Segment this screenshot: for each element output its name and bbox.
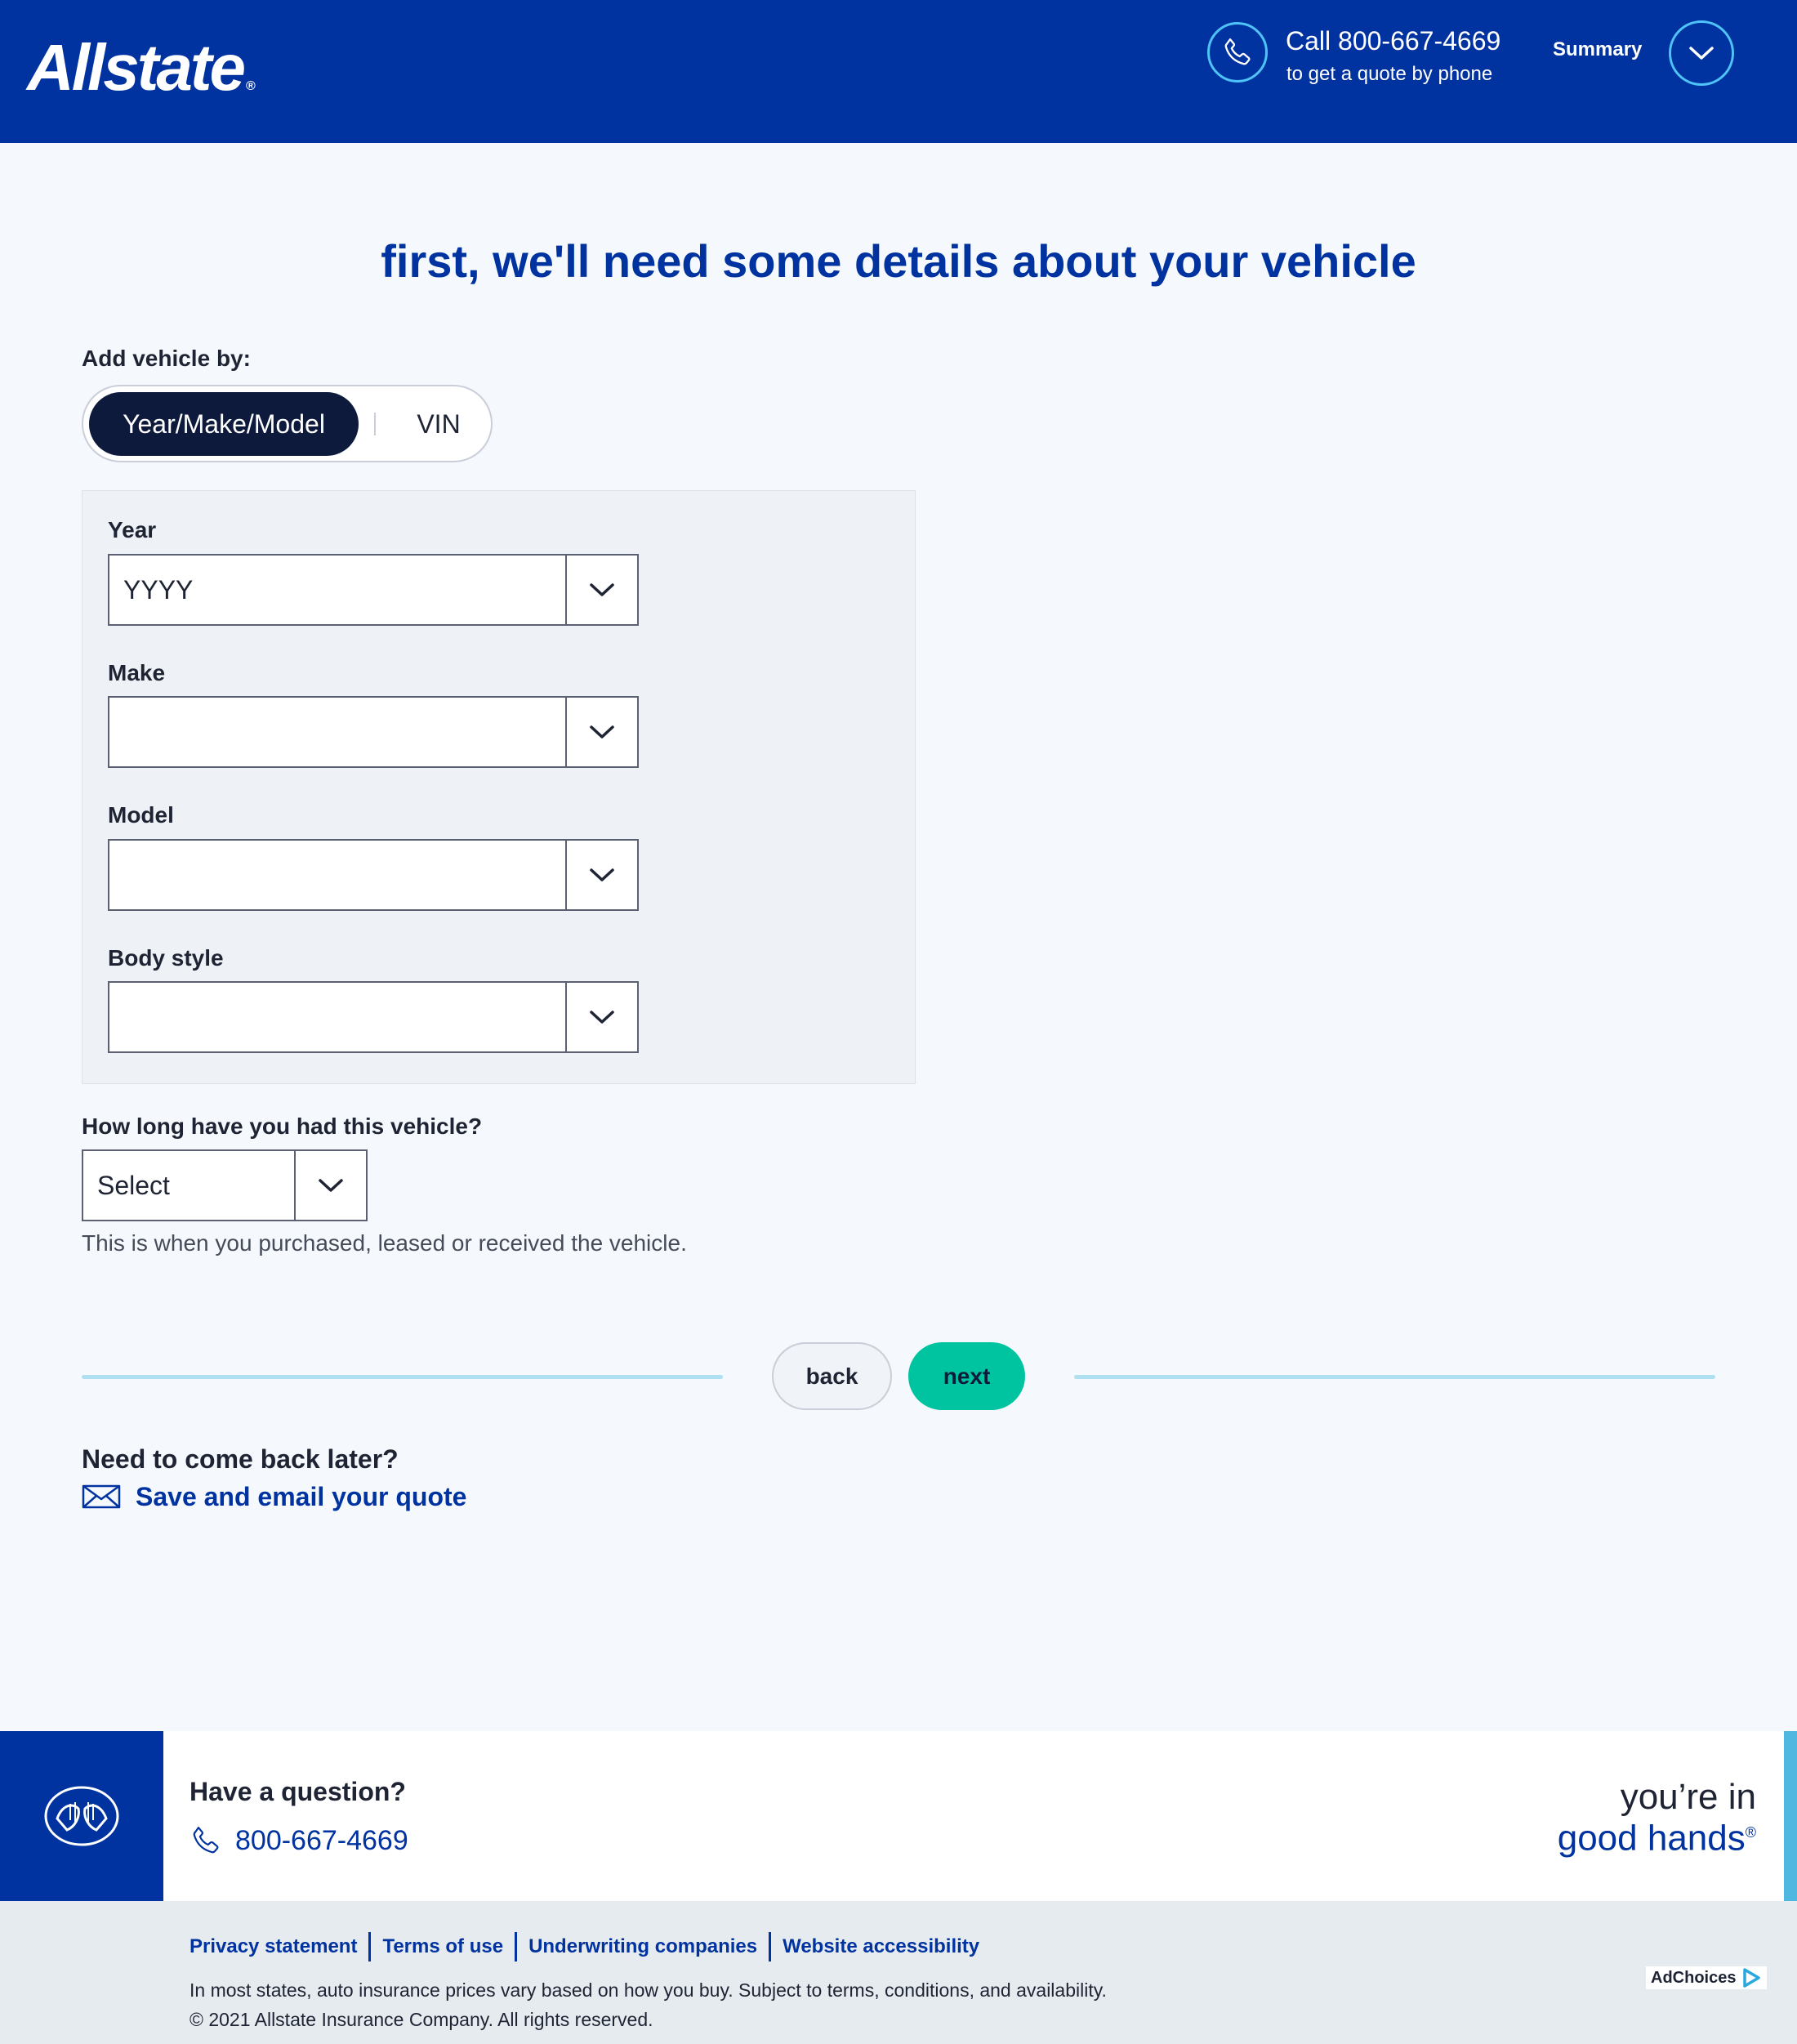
ownership-select[interactable]: Select <box>82 1149 368 1221</box>
footer-accent-bar <box>1784 1731 1797 1901</box>
phone-icon[interactable] <box>1207 22 1268 83</box>
ownership-select-value: Select <box>97 1171 170 1200</box>
year-label: Year <box>108 517 157 542</box>
ownership-hint: This is when you purchased, leased or re… <box>82 1230 687 1256</box>
chevron-down-icon <box>565 841 637 909</box>
footer-legal: Privacy statement Terms of use Underwrit… <box>0 1901 1797 2044</box>
page-title: first, we'll need some details about you… <box>381 235 1416 287</box>
envelope-icon <box>82 1484 121 1509</box>
footer-question: Have a question? <box>190 1777 406 1806</box>
copyright: © 2021 Allstate Insurance Company. All r… <box>190 2009 653 2030</box>
chevron-down-icon <box>1689 47 1714 60</box>
add-vehicle-toggle: Year/Make/Model VIN <box>82 385 493 462</box>
adchoices-label: AdChoices <box>1651 1968 1737 1987</box>
divider-left <box>82 1375 723 1379</box>
year-select[interactable]: YYYY <box>108 554 639 626</box>
save-email-quote-link[interactable]: Save and email your quote <box>82 1479 466 1515</box>
toggle-divider <box>374 413 376 435</box>
call-phone-number[interactable]: Call 800-667-4669 <box>1286 25 1500 57</box>
allstate-logo[interactable]: Allstate ® <box>27 31 256 123</box>
website-accessibility-link[interactable]: Website accessibility <box>769 1932 991 1961</box>
summary-label[interactable]: Summary <box>1553 38 1642 62</box>
tagline-line1: you’re in <box>1620 1777 1756 1817</box>
year-select-value: YYYY <box>123 575 194 605</box>
site-header: Allstate ® Call 800-667-4669 to get a quo… <box>0 0 1797 143</box>
tagline-line2-text: good hands <box>1557 1818 1746 1859</box>
model-select[interactable] <box>108 839 639 911</box>
back-button[interactable]: back <box>772 1342 892 1410</box>
underwriting-companies-link[interactable]: Underwriting companies <box>515 1932 769 1961</box>
chevron-down-icon <box>565 983 637 1051</box>
toggle-year-make-model[interactable]: Year/Make/Model <box>89 392 359 456</box>
good-hands-logo-icon[interactable] <box>0 1731 163 1901</box>
make-label: Make <box>108 660 166 685</box>
body-style-label: Body style <box>108 945 224 971</box>
terms-of-use-link[interactable]: Terms of use <box>368 1932 515 1961</box>
save-email-quote-label: Save and email your quote <box>136 1481 467 1511</box>
ownership-label: How long have you had this vehicle? <box>82 1113 483 1139</box>
summary-toggle-button[interactable] <box>1669 20 1734 86</box>
divider-right <box>1074 1375 1715 1379</box>
add-vehicle-label: Add vehicle by: <box>82 346 251 371</box>
tagline-reg: ® <box>1745 1824 1756 1841</box>
chevron-down-icon <box>294 1151 366 1220</box>
make-select[interactable] <box>108 696 639 768</box>
footer-contact: Have a question? 800-667-4669 you’re in … <box>0 1731 1797 1901</box>
privacy-statement-link[interactable]: Privacy statement <box>190 1932 368 1961</box>
tagline-line2: good hands® <box>1558 1814 1756 1858</box>
chevron-down-icon <box>565 698 637 766</box>
call-subtitle: to get a quote by phone <box>1286 63 1493 85</box>
body-style-select[interactable] <box>108 981 639 1053</box>
next-button[interactable]: next <box>908 1342 1025 1410</box>
come-back-later-heading: Need to come back later? <box>82 1444 399 1474</box>
chevron-down-icon <box>565 556 637 624</box>
footer-phone-link[interactable]: 800-667-4669 <box>190 1824 408 1857</box>
adchoices-link[interactable]: AdChoices <box>1646 1966 1768 1989</box>
phone-icon <box>193 1827 219 1854</box>
footer-links: Privacy statement Terms of use Underwrit… <box>190 1932 991 1961</box>
toggle-vin[interactable]: VIN <box>402 392 475 456</box>
footer-phone-number: 800-667-4669 <box>235 1824 408 1856</box>
legal-disclaimer: In most states, auto insurance prices va… <box>190 1979 1107 2001</box>
logo-text: Allstate <box>27 31 246 104</box>
model-label: Model <box>108 802 174 828</box>
adchoices-icon <box>1743 1968 1761 1988</box>
logo-reg: ® <box>245 79 256 93</box>
